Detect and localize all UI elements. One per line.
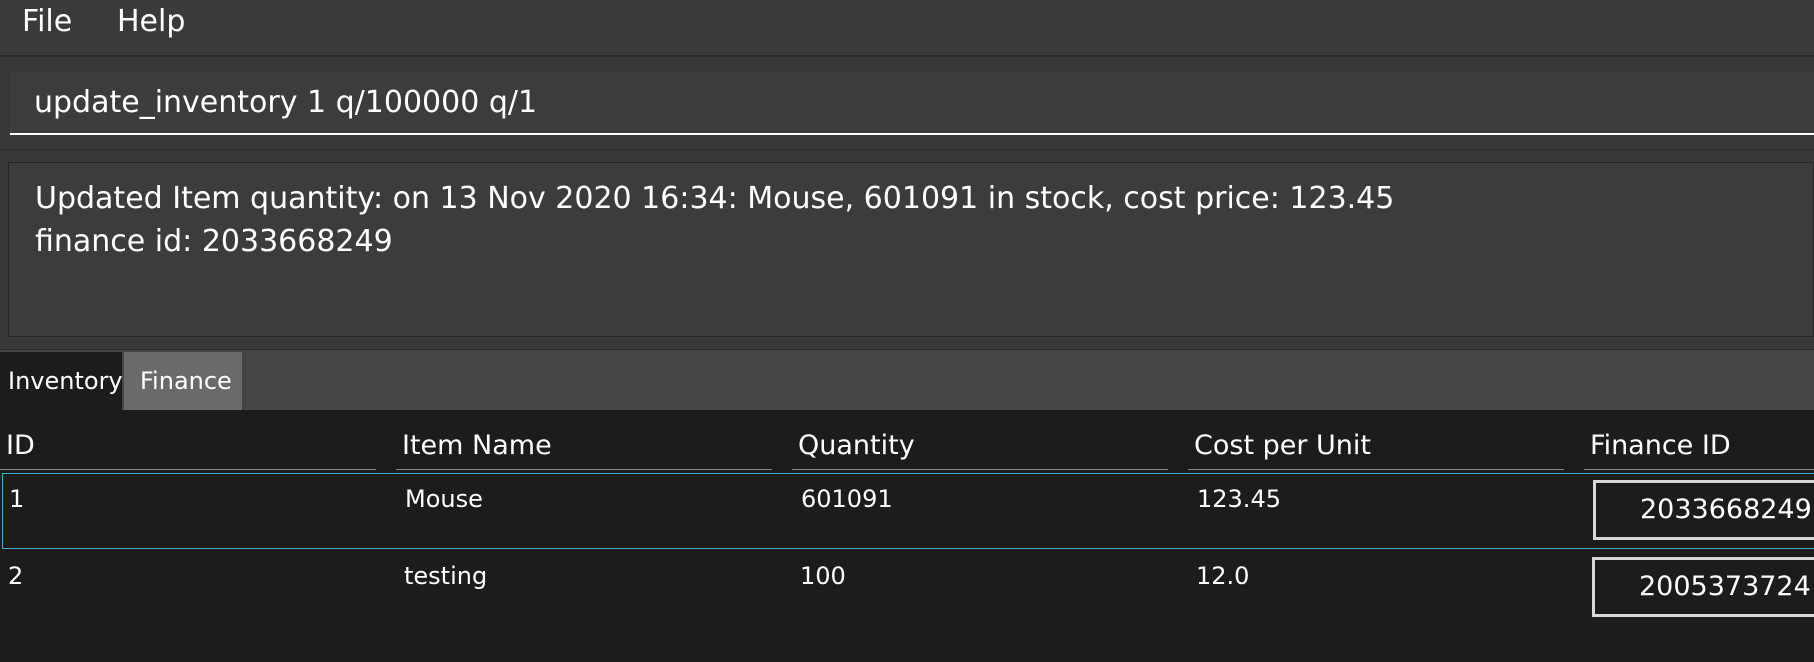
cell-item-name: testing — [404, 562, 488, 590]
menu-bar: File Help — [0, 0, 1814, 56]
command-input[interactable] — [10, 71, 1814, 135]
tab-bar: Inventory Finance — [0, 350, 1814, 410]
finance-id-field[interactable]: 2033668249 — [1593, 480, 1814, 540]
menu-file[interactable]: File — [22, 0, 72, 44]
finance-id-field[interactable]: 2005373724 — [1592, 557, 1814, 617]
table-row[interactable]: 2 testing 100 12.0 2005373724 — [2, 551, 1814, 627]
cell-quantity: 100 — [800, 562, 846, 590]
column-header-item-name[interactable]: Item Name — [396, 428, 772, 470]
cell-cost-per-unit: 12.0 — [1196, 562, 1250, 590]
app-window: File Help Updated Item quantity: on 13 N… — [0, 0, 1814, 662]
cell-id: 1 — [9, 485, 25, 513]
column-header-finance-id[interactable]: Finance ID — [1584, 428, 1814, 470]
cell-cost-per-unit: 123.45 — [1197, 485, 1281, 513]
command-box — [0, 56, 1814, 150]
cell-item-name: Mouse — [405, 485, 483, 513]
table-row[interactable]: 1 Mouse 601091 123.45 2033668249 — [2, 473, 1814, 549]
column-header-cost-per-unit[interactable]: Cost per Unit — [1188, 428, 1564, 470]
tab-inventory[interactable]: Inventory — [0, 352, 123, 410]
result-text: Updated Item quantity: on 13 Nov 2020 16… — [8, 162, 1814, 337]
column-header-id[interactable]: ID — [0, 428, 376, 470]
result-display: Updated Item quantity: on 13 Nov 2020 16… — [0, 150, 1814, 350]
cell-quantity: 601091 — [801, 485, 893, 513]
column-header-quantity[interactable]: Quantity — [792, 428, 1168, 470]
inventory-table: ID Item Name Quantity Cost per Unit Fina… — [0, 410, 1814, 662]
cell-id: 2 — [8, 562, 24, 590]
menu-help[interactable]: Help — [117, 0, 185, 44]
tab-finance[interactable]: Finance — [124, 352, 242, 410]
